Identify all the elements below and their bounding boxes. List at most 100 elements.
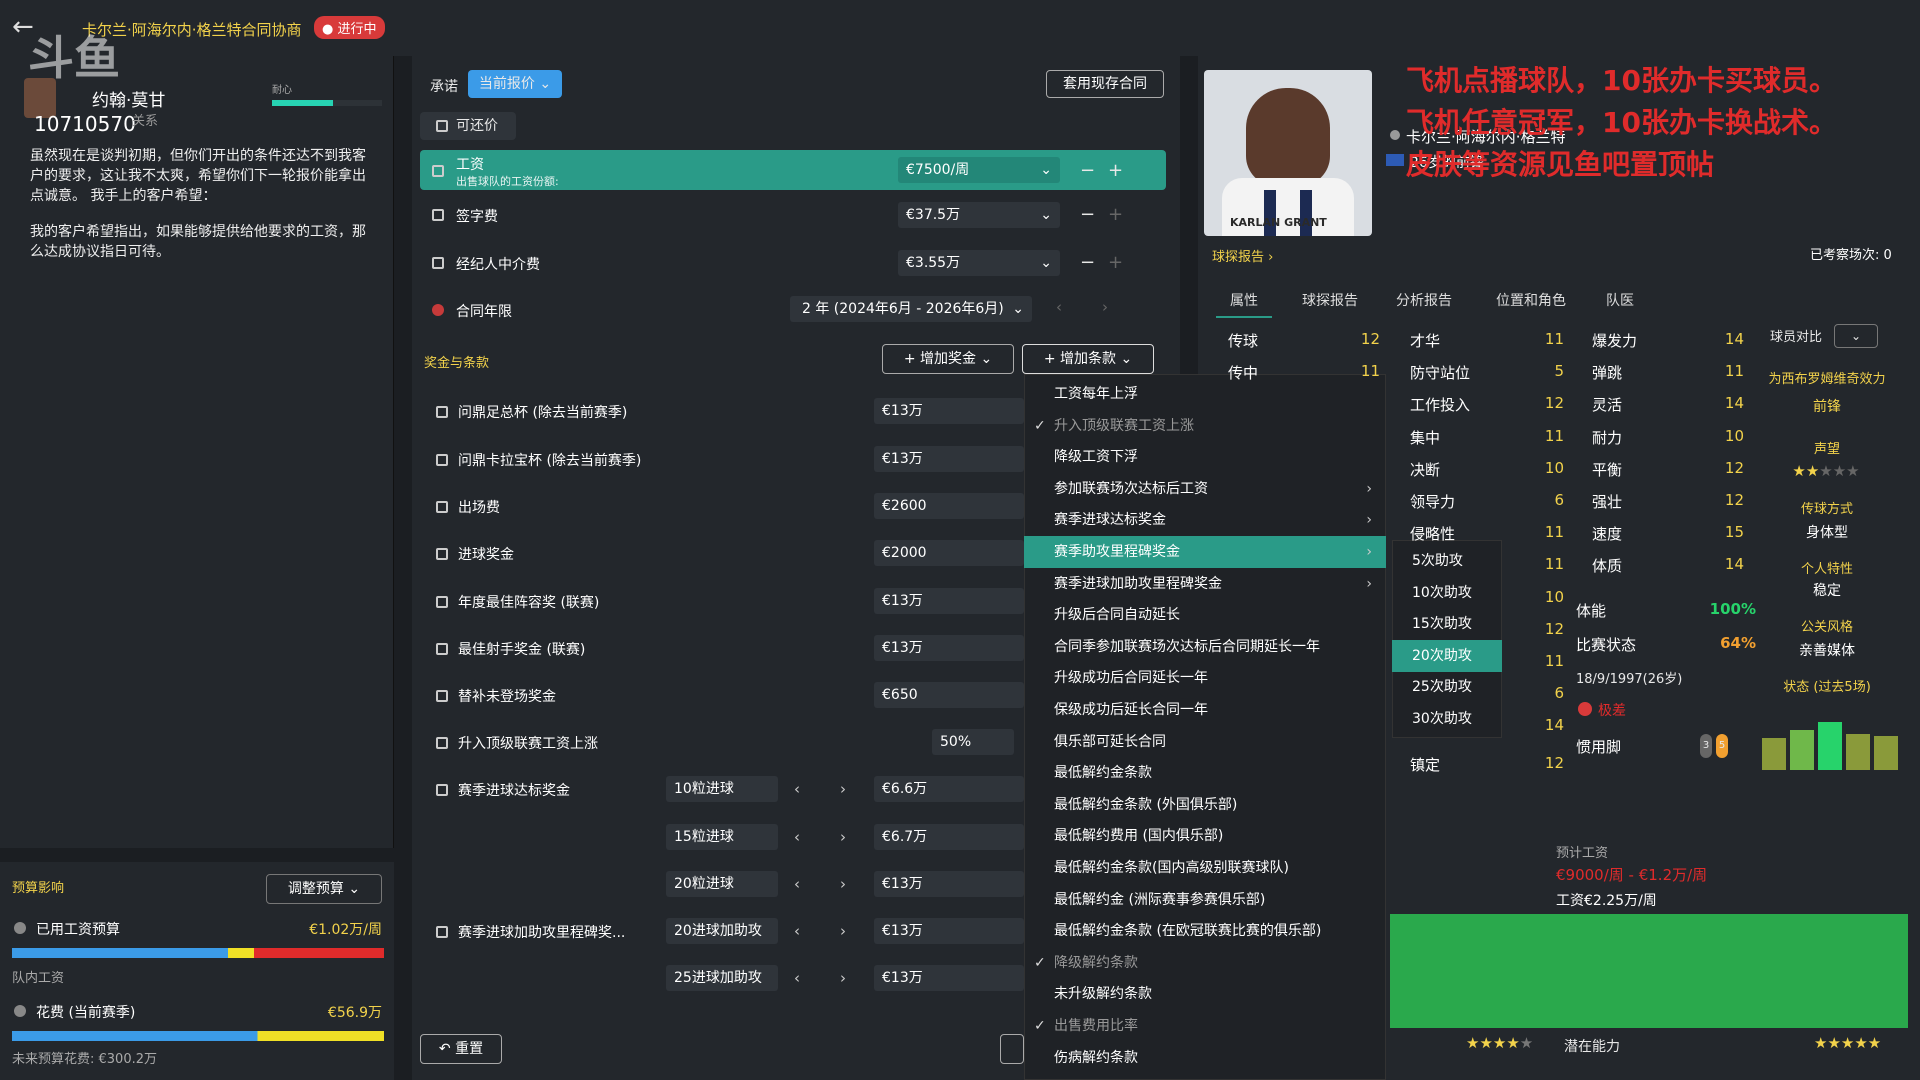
chevron-right-icon[interactable]: › <box>840 780 846 798</box>
bonus-label: 年度最佳阵容奖 (联赛) <box>458 595 600 611</box>
signing-fee-label: 签字费 <box>456 209 498 225</box>
clause-menu-item[interactable]: 升级成功后合同延长一年 <box>1024 662 1386 694</box>
expected-wage-label: 预计工资 <box>1556 846 1609 861</box>
chevron-left-icon[interactable]: ‹ <box>794 969 800 987</box>
add-bonus-button[interactable]: + 增加奖金 ⌄ <box>882 344 1014 374</box>
assist-option[interactable]: 25次助攻 <box>1392 671 1502 703</box>
bonus-value-select[interactable]: €13万 <box>874 446 1024 472</box>
bonus-value-select[interactable]: €650 <box>874 682 1024 708</box>
agent-fee-select[interactable]: €3.55万 ⌄ <box>898 250 1060 276</box>
bonus-value-select[interactable]: €13万 <box>874 398 1024 424</box>
club-position: 前锋 <box>1813 399 1841 415</box>
bonus-option-select[interactable]: 20进球加助攻 <box>666 918 778 944</box>
clause-menu-item[interactable]: 降级解约条款 ✓ <box>1024 947 1386 979</box>
minus-button[interactable]: − <box>1080 160 1095 181</box>
chevron-left-icon[interactable]: ‹ <box>1056 298 1062 316</box>
clause-menu-item[interactable]: 赛季进球加助攻里程碑奖金 › <box>1024 568 1386 600</box>
bonus-value-select[interactable]: €2600 <box>874 493 1024 519</box>
patience-fill <box>272 100 333 106</box>
clause-menu-label: 赛季进球加助攻里程碑奖金 <box>1054 575 1222 592</box>
bonus-value-select[interactable]: €2000 <box>874 540 1024 566</box>
tab-3[interactable]: 位置和角色 <box>1496 290 1566 310</box>
clause-menu-item[interactable]: 最低解约金条款 (外国俱乐部) <box>1024 789 1386 821</box>
assist-option[interactable]: 5次助攻 <box>1392 545 1502 577</box>
compare-dropdown[interactable]: ⌄ <box>1834 324 1878 348</box>
add-clause-button[interactable]: + 增加条款 ⌄ <box>1022 344 1154 374</box>
promise-dropdown[interactable]: 当前报价 ⌄ <box>468 70 562 98</box>
tab-2[interactable]: 分析报告 <box>1396 290 1452 310</box>
chevron-right-icon[interactable]: › <box>840 922 846 940</box>
clause-menu-item[interactable]: 升级后合同自动延长 <box>1024 599 1386 631</box>
lock-icon <box>436 784 448 796</box>
check-icon: ✓ <box>1034 954 1046 971</box>
attr-name: 爆发力 <box>1592 332 1638 350</box>
tab-1[interactable]: 球探报告 <box>1302 290 1358 310</box>
clause-menu-item[interactable]: 最低解约金条款(国内高级别联赛球队) <box>1024 852 1386 884</box>
patience-label: 耐心 <box>272 85 292 96</box>
adjust-budget-button[interactable]: 调整预算 ⌄ <box>266 874 382 904</box>
clause-menu-item[interactable]: 最低解约金 (洲际赛事参赛俱乐部) <box>1024 884 1386 916</box>
bonus-value-select[interactable]: €6.6万 <box>874 776 1024 802</box>
plus-button[interactable]: + <box>1108 160 1123 181</box>
wage-select[interactable]: €7500/周 ⌄ <box>898 157 1060 183</box>
clause-menu-item[interactable]: 最低解约费用 (国内俱乐部) <box>1024 820 1386 852</box>
tab-4[interactable]: 队医 <box>1606 290 1634 310</box>
chevron-left-icon[interactable]: ‹ <box>794 922 800 940</box>
clause-menu-item[interactable]: 最低解约金条款 <box>1024 757 1386 789</box>
clause-menu-item[interactable]: 俱乐部可延长合同 <box>1024 726 1386 758</box>
assist-option[interactable]: 10次助攻 <box>1392 577 1502 609</box>
partial-button[interactable] <box>1000 1034 1024 1064</box>
bonus-option-select[interactable]: 15粒进球 <box>666 824 778 850</box>
info-icon <box>14 922 26 934</box>
chevron-left-icon[interactable]: ‹ <box>794 828 800 846</box>
clause-menu-item[interactable]: 赛季助攻里程碑奖金 › <box>1024 536 1386 568</box>
clause-menu-item[interactable]: 工资每年上浮 <box>1024 378 1386 410</box>
clause-menu-item[interactable]: 出售费用比率 ✓ <box>1024 1010 1386 1042</box>
clause-menu-item[interactable]: 升入顶级联赛工资上涨 ✓ <box>1024 410 1386 442</box>
plus-button[interactable]: + <box>1108 204 1123 225</box>
potential-label: 潜在能力 <box>1564 1039 1620 1055</box>
bonus-option-select[interactable]: 10粒进球 <box>666 776 778 802</box>
clause-menu-item[interactable]: 未升级解约条款 <box>1024 978 1386 1010</box>
assist-option[interactable]: 30次助攻 <box>1392 703 1502 735</box>
bonus-value-select[interactable]: €13万 <box>874 965 1024 991</box>
lock-icon <box>436 454 448 466</box>
plus-button[interactable]: + <box>1108 252 1123 273</box>
scout-report-link[interactable]: 球探报告 › <box>1212 246 1273 265</box>
reset-button[interactable]: ↶ 重置 <box>420 1034 502 1064</box>
chevron-right-icon[interactable]: › <box>1102 298 1108 316</box>
minus-button[interactable]: − <box>1080 204 1095 225</box>
chevron-right-icon[interactable]: › <box>840 875 846 893</box>
clause-menu-item[interactable]: 降级工资下浮 <box>1024 441 1386 473</box>
minus-button[interactable]: − <box>1080 252 1095 273</box>
bonus-value-select[interactable]: €13万 <box>874 588 1024 614</box>
apply-contract-button[interactable]: 套用现存合同 <box>1046 70 1164 98</box>
chevron-left-icon[interactable]: ‹ <box>794 780 800 798</box>
signing-fee-select[interactable]: €37.5万 ⌄ <box>898 202 1060 228</box>
clause-menu-item[interactable]: 合同季参加联赛场次达标后合同期延长一年 <box>1024 631 1386 663</box>
contract-length-select[interactable]: 2 年 (2024年6月 - 2026年6月) ⌄ <box>790 296 1032 322</box>
assist-option[interactable]: 15次助攻 <box>1392 608 1502 640</box>
chevron-right-icon[interactable]: › <box>840 828 846 846</box>
bonus-value-select[interactable]: €13万 <box>874 871 1024 897</box>
percent-select[interactable]: 50% <box>932 729 1014 755</box>
clause-menu-item[interactable]: 最低解约金条款 (在欧冠联赛比赛的俱乐部) <box>1024 915 1386 947</box>
chevron-right-icon[interactable]: › <box>840 969 846 987</box>
chevron-left-icon[interactable]: ‹ <box>794 875 800 893</box>
bonus-value-select[interactable]: €13万 <box>874 918 1024 944</box>
clause-menu-item[interactable]: 赛季进球达标奖金 › <box>1024 504 1386 536</box>
clause-menu-item[interactable]: 伤病解约条款 <box>1024 1042 1386 1074</box>
tab-0[interactable]: 属性 <box>1230 290 1258 310</box>
assist-option[interactable]: 20次助攻 <box>1392 639 1502 672</box>
bonus-option-select[interactable]: 25进球加助攻 <box>666 965 778 991</box>
bonus-value-select[interactable]: €13万 <box>874 635 1024 661</box>
attr-name: 集中 <box>1410 428 1441 447</box>
bonus-option-select[interactable]: 20粒进球 <box>666 871 778 897</box>
attr-value: 10 <box>1544 587 1564 606</box>
clause-menu-item[interactable]: 保级成功后延长合同一年 <box>1024 694 1386 726</box>
wage-budget-value: €1.02万/周 <box>309 922 382 938</box>
chevron-right-icon: › <box>1366 480 1372 497</box>
bonus-value-select[interactable]: €6.7万 <box>874 824 1024 850</box>
right-foot-rating: 5 <box>1716 734 1728 758</box>
clause-menu-item[interactable]: 参加联赛场次达标后工资 › <box>1024 473 1386 505</box>
